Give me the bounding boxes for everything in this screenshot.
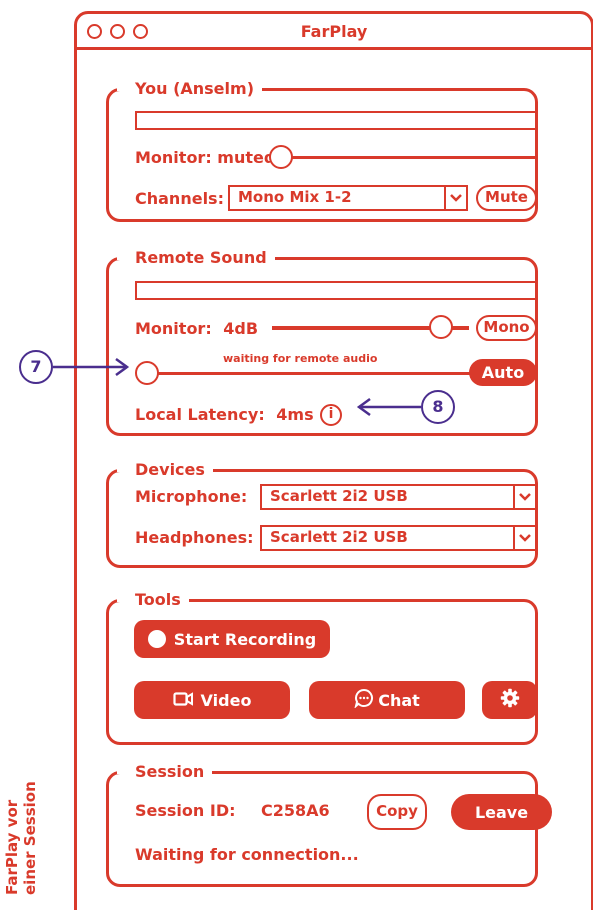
you-group: You (Anselm) Monitor: muted Channels: Mo… [106, 78, 538, 222]
remote-level-meter [135, 281, 537, 300]
start-recording-button[interactable]: Start Recording [134, 620, 330, 658]
chevron-down-icon [513, 527, 535, 549]
gear-icon [500, 688, 520, 712]
devices-legend: Devices [117, 459, 213, 481]
tools-group: Tools Start Recording Video Chat [106, 589, 538, 745]
side-caption: FarPlay vor einer Session [3, 781, 39, 895]
buffer-slider-knob[interactable] [135, 361, 159, 385]
video-button[interactable]: Video [134, 681, 290, 719]
remote-monitor-label: Monitor: 4dB [135, 319, 258, 338]
tools-legend: Tools [117, 589, 189, 611]
remote-monitor-value: 4dB [223, 319, 259, 338]
connection-status-text: Waiting for connection... [135, 845, 359, 864]
mute-button[interactable]: Mute [476, 185, 537, 211]
session-legend: Session [116, 761, 213, 783]
microphone-select[interactable]: Scarlett 2i2 USB [260, 484, 537, 510]
channels-select-value: Mono Mix 1-2 [238, 188, 352, 206]
devices-group: Devices Microphone: Scarlett 2i2 USB Hea… [106, 459, 538, 568]
headphones-select[interactable]: Scarlett 2i2 USB [260, 525, 537, 551]
local-monitor-slider-knob[interactable] [269, 145, 293, 169]
local-latency-value: 4ms [276, 405, 314, 424]
settings-button[interactable] [482, 681, 537, 719]
auto-button[interactable]: Auto [469, 359, 537, 386]
session-id-label: Session ID: [135, 801, 236, 820]
record-dot-icon [147, 630, 166, 648]
channels-select[interactable]: Mono Mix 1-2 [228, 185, 468, 211]
channels-label: Channels: [135, 189, 224, 208]
session-id-value: C258A6 [261, 801, 330, 820]
side-caption-line2: einer Session [21, 781, 39, 895]
remote-sound-legend: Remote Sound [117, 247, 275, 269]
remote-sound-group: Remote Sound Monitor: 4dB Mono waiting f… [106, 247, 538, 436]
local-level-meter [135, 111, 537, 130]
chat-label: Chat [378, 690, 420, 710]
microphone-label: Microphone: [135, 487, 248, 506]
buffer-slider-track[interactable] [147, 372, 472, 375]
video-camera-icon [172, 691, 193, 710]
info-icon[interactable]: i [320, 404, 342, 426]
copy-button[interactable]: Copy [367, 794, 427, 830]
session-group: Session Session ID: C258A6 Copy Leave Wa… [106, 761, 552, 887]
video-label: Video [200, 690, 252, 710]
callout-badge-7: 7 [19, 350, 53, 384]
leave-button[interactable]: Leave [451, 794, 552, 830]
app-window: FarPlay You (Anselm) Monitor: muted Chan… [74, 11, 593, 910]
chevron-down-icon [444, 187, 466, 209]
local-latency-label-text: Local Latency: [135, 405, 265, 424]
window-title: FarPlay [300, 22, 368, 41]
start-recording-label: Start Recording [173, 629, 317, 649]
local-latency-label: Local Latency: 4ms [135, 405, 314, 424]
chat-button[interactable]: Chat [309, 681, 465, 719]
chat-bubble-icon [354, 688, 374, 712]
remote-monitor-slider-knob[interactable] [429, 315, 453, 339]
headphones-label: Headphones: [135, 528, 254, 547]
title-bar: FarPlay [77, 14, 591, 50]
local-monitor-slider-track[interactable] [281, 156, 537, 159]
local-monitor-label: Monitor: muted [135, 148, 276, 167]
you-group-legend: You (Anselm) [117, 78, 262, 100]
mono-button[interactable]: Mono [476, 315, 537, 341]
remote-monitor-label-text: Monitor: [135, 319, 212, 338]
callout-badge-8: 8 [421, 390, 455, 424]
waiting-remote-audio-text: waiting for remote audio [223, 352, 378, 365]
side-caption-line1: FarPlay vor [3, 799, 21, 895]
headphones-select-value: Scarlett 2i2 USB [270, 528, 408, 546]
microphone-select-value: Scarlett 2i2 USB [270, 487, 408, 505]
chevron-down-icon [513, 486, 535, 508]
